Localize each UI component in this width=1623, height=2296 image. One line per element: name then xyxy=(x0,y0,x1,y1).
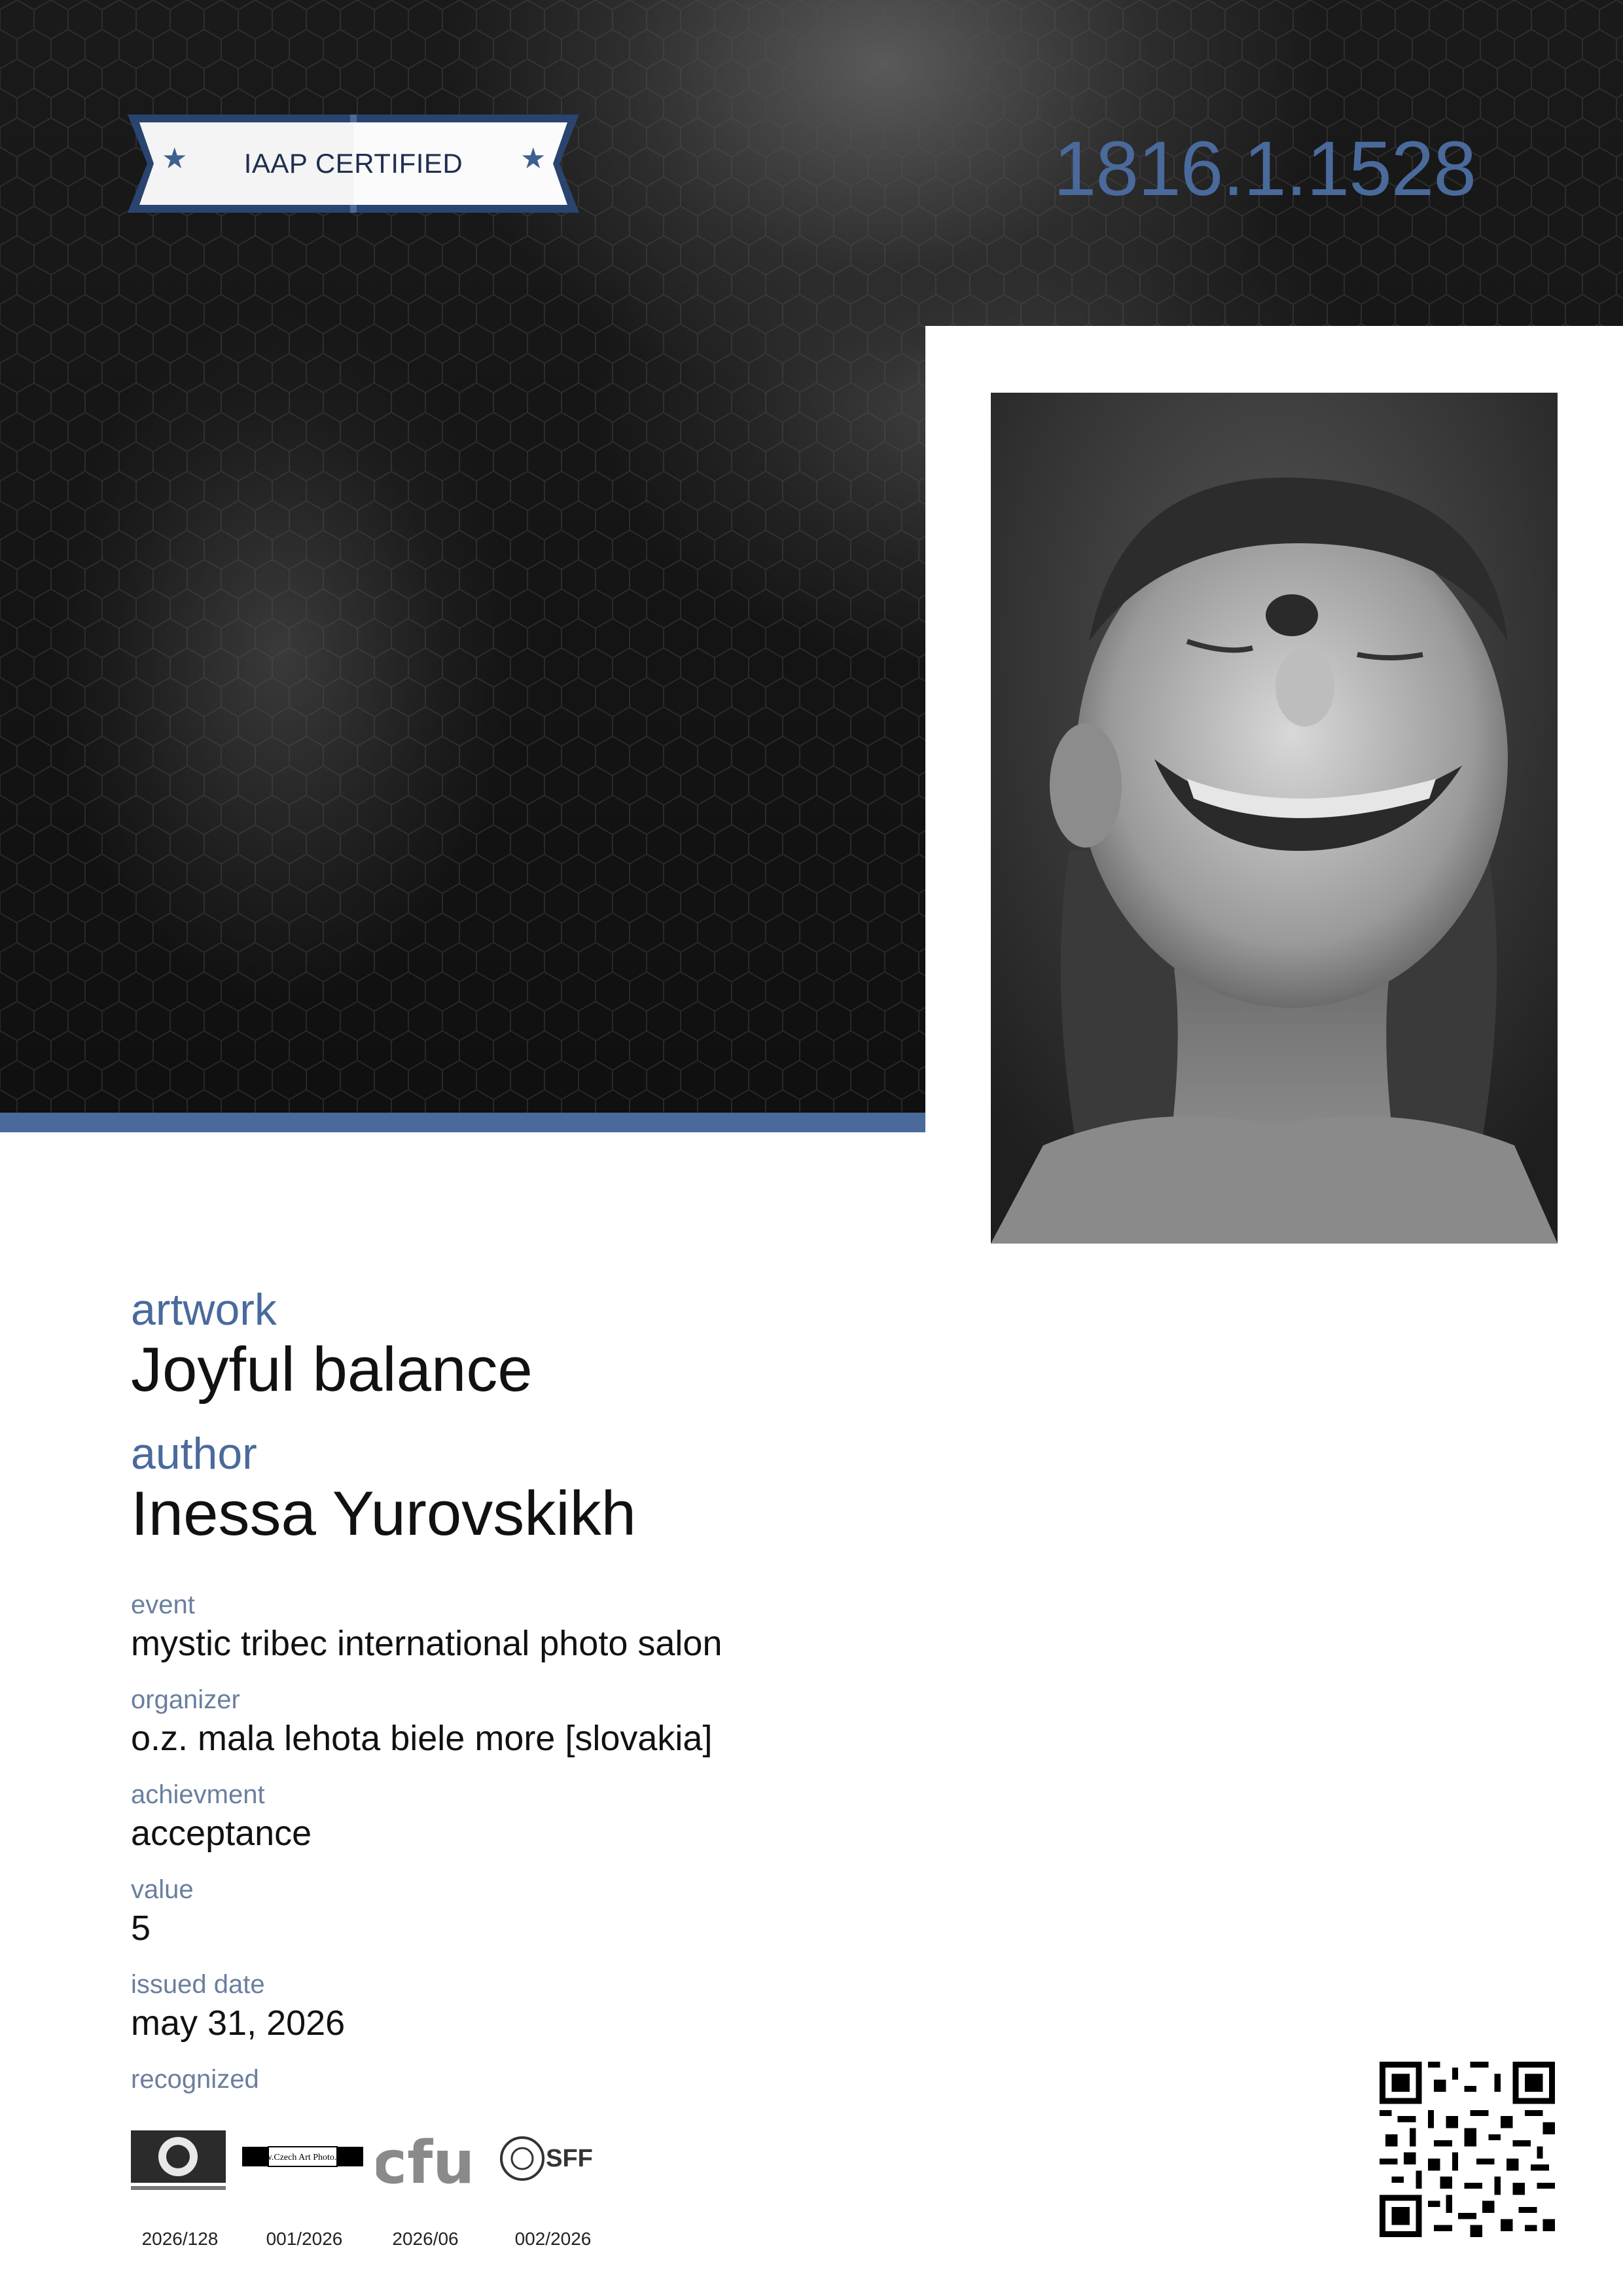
cfu-wordmark: cfu xyxy=(376,2128,471,2197)
author-label: author xyxy=(131,1429,257,1479)
hero-accent-bar xyxy=(0,1113,925,1132)
author-name: Inessa Yurovskikh xyxy=(131,1479,636,1549)
achievement-label: achievment xyxy=(131,1780,265,1809)
czech-art-photo-logo: www.Czech Art Photo.com xyxy=(242,2114,363,2199)
issued-date-value: may 31, 2026 xyxy=(131,2003,346,2043)
value-label: value xyxy=(131,1875,194,1904)
artwork-photo xyxy=(991,393,1558,1244)
qr-code[interactable] xyxy=(1380,2062,1555,2237)
event-label: event xyxy=(131,1590,195,1619)
czech-art-photo-code: 001/2026 xyxy=(266,2229,343,2249)
organizer-value: o.z. mala lehota biele more [slovakia] xyxy=(131,1719,713,1758)
iaap-certified-badge: ★ ★ IAAP CERTIFIED xyxy=(128,115,579,213)
recognition-logos: www.Czech Art Photo.com cfu SFF 2026/128… xyxy=(124,2114,622,2271)
sff-logo: SFF xyxy=(497,2114,609,2199)
recognized-label: recognized xyxy=(131,2065,259,2094)
achievement-value: acceptance xyxy=(131,1814,312,1853)
czech-art-photo-wordmark: www.Czech Art Photo.com xyxy=(252,2153,352,2162)
iaap-code: 2026/128 xyxy=(141,2229,219,2249)
badge-label: IAAP CERTIFIED xyxy=(243,148,463,179)
cfu-code: 2026/06 xyxy=(392,2229,459,2249)
iaap-logo xyxy=(131,2114,242,2199)
cfu-logo: cfu xyxy=(372,2114,488,2199)
artwork-title: Joyful balance xyxy=(131,1335,533,1405)
certificate-number: 1816.1.1528 xyxy=(1053,126,1476,212)
issued-date-label: issued date xyxy=(131,1970,265,1999)
organizer-label: organizer xyxy=(131,1685,240,1714)
value-value: 5 xyxy=(131,1909,151,1948)
sff-wordmark: SFF xyxy=(546,2145,593,2172)
event-value: mystic tribec international photo salon xyxy=(131,1624,722,1663)
artwork-label: artwork xyxy=(131,1285,277,1335)
sff-code: 002/2026 xyxy=(514,2229,592,2249)
